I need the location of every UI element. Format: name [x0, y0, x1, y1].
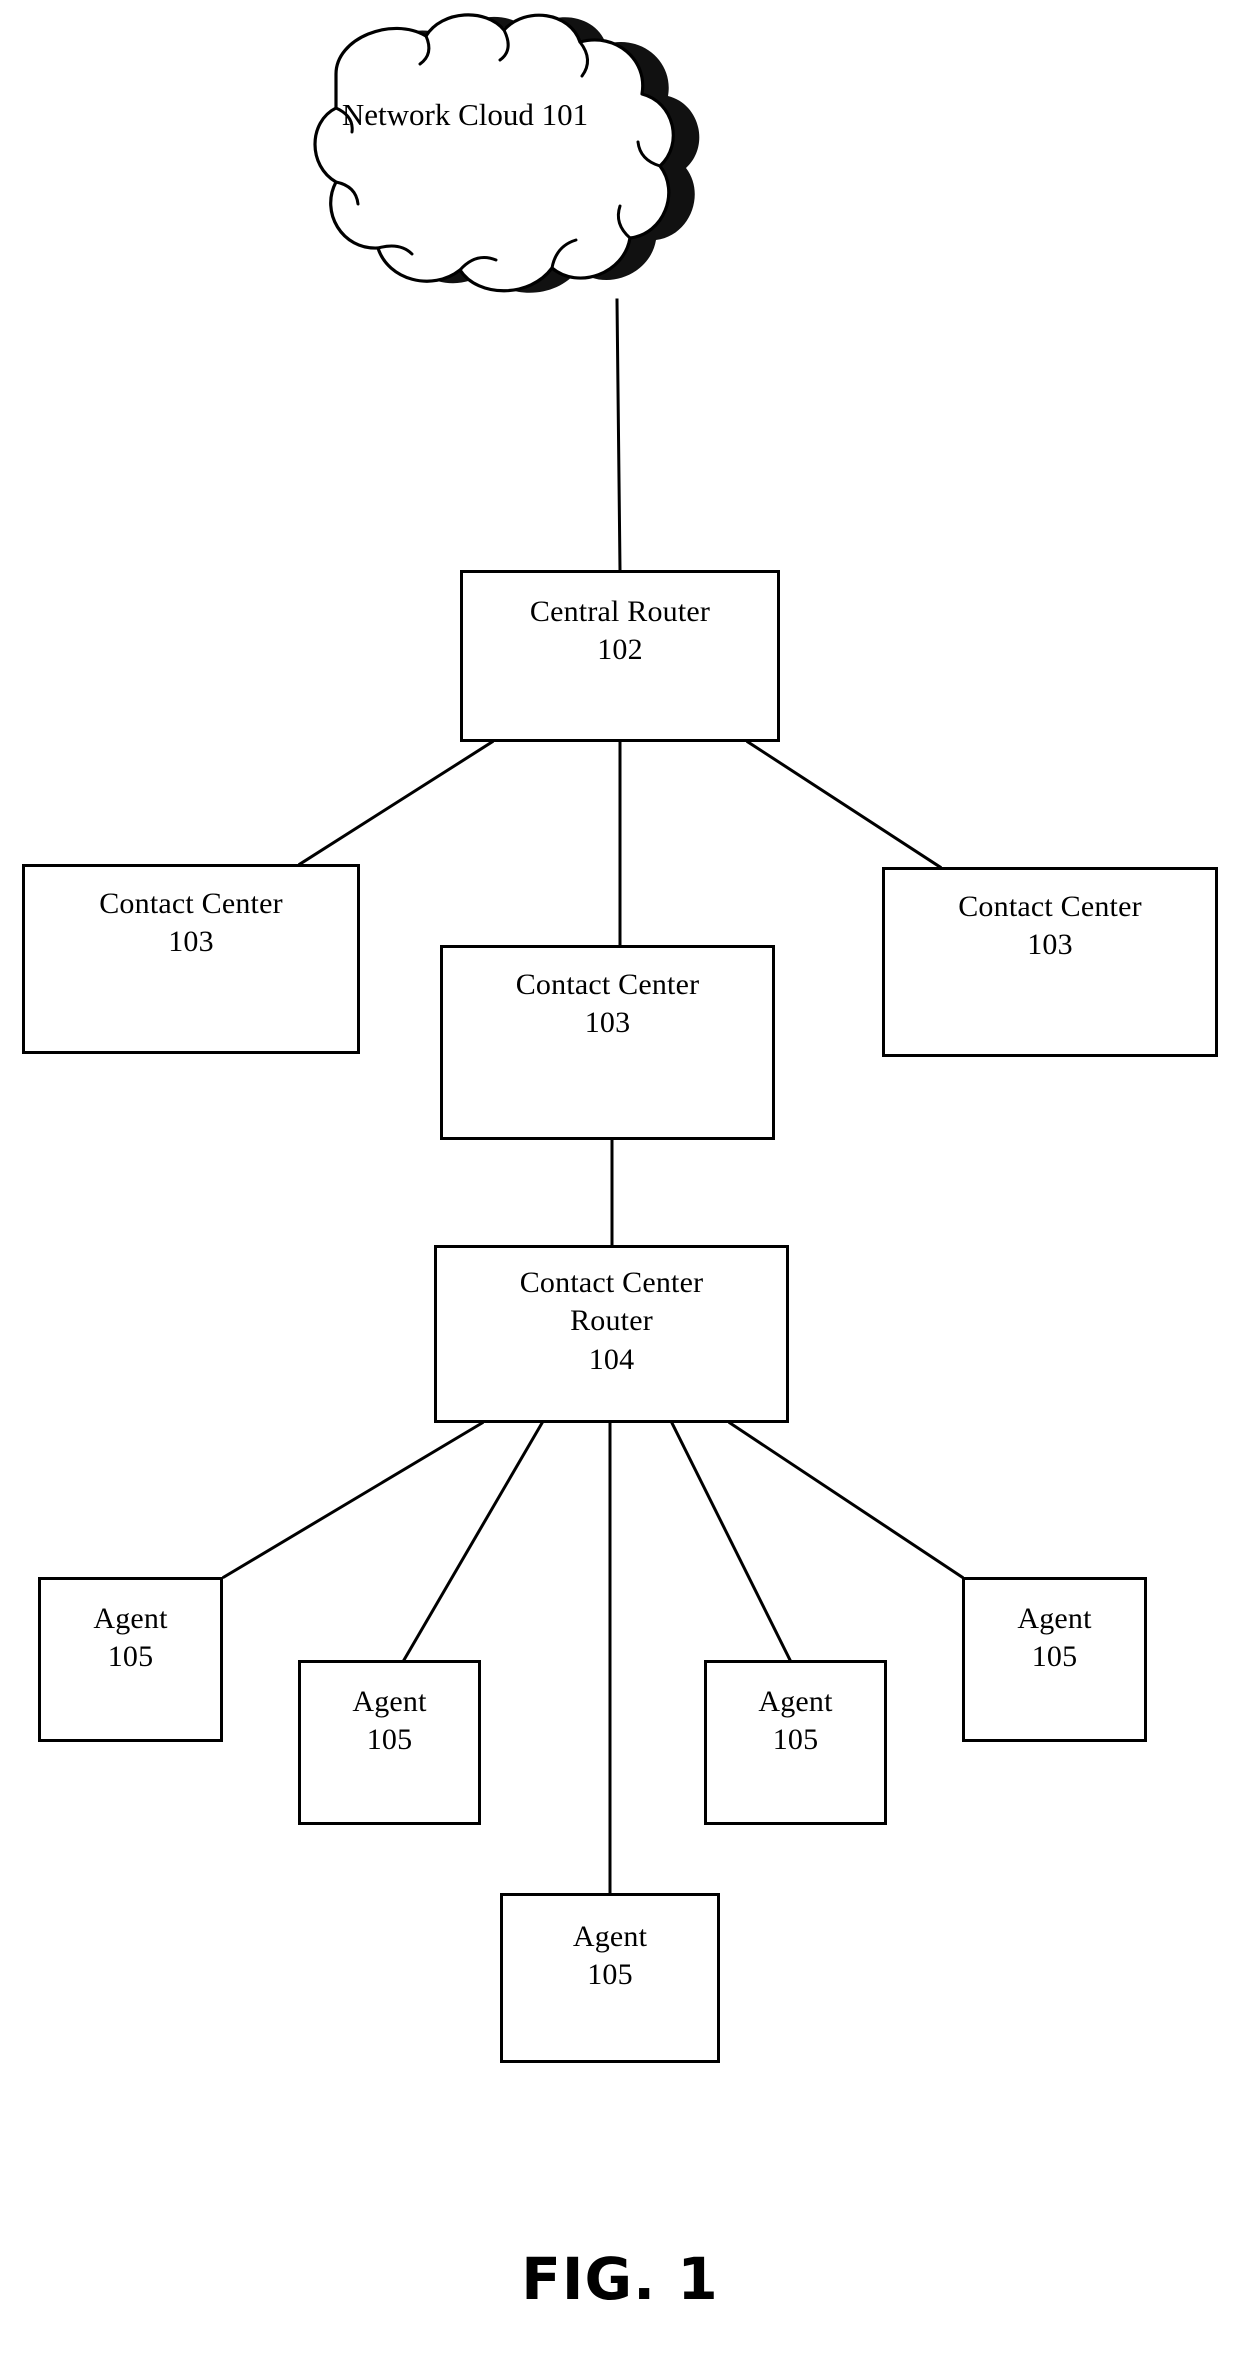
network-cloud-ref: 101 — [541, 97, 589, 132]
contact-center-mid-node: Contact Center 103 — [440, 945, 775, 1140]
contact-center-mid-label: Contact Center — [515, 968, 700, 1001]
agent-4-ref: 105 — [1031, 1640, 1078, 1674]
agent-5-label: Agent — [572, 1920, 648, 1953]
agent-2-node: Agent 105 — [298, 1660, 481, 1825]
contact-center-left-node: Contact Center 103 — [22, 864, 360, 1054]
agent-3-label: Agent — [758, 1685, 833, 1718]
agent-3-ref: 105 — [772, 1723, 819, 1757]
central-router-node: Central Router 102 — [460, 570, 780, 742]
link-central-router-to-contact-center-right — [745, 739, 943, 870]
link-router-to-agent-4 — [727, 1420, 965, 1580]
contact-center-right-ref: 103 — [1027, 928, 1073, 962]
agent-4-label: Agent — [1017, 1602, 1092, 1635]
agent-1-node: Agent 105 — [38, 1577, 223, 1742]
cloud-body — [313, 13, 675, 293]
link-cloud-to-central-router — [615, 298, 622, 572]
central-router-ref: 102 — [597, 633, 643, 667]
figure-page: Network Cloud 101 Central Router 102 Con… — [0, 0, 1240, 2353]
agent-3-node: Agent 105 — [704, 1660, 887, 1825]
network-cloud-shape — [313, 13, 700, 293]
contact-center-left-ref: 103 — [168, 925, 214, 959]
agent-2-ref: 105 — [366, 1723, 413, 1757]
agent-2-label: Agent — [352, 1685, 427, 1718]
contact-center-left-label: Contact Center — [99, 887, 283, 920]
link-router-to-agent-3 — [669, 1420, 793, 1663]
contact-center-right-label: Contact Center — [958, 890, 1142, 923]
contact-center-router-ref: 104 — [588, 1342, 635, 1376]
agent-4-node: Agent 105 — [962, 1577, 1147, 1742]
central-router-label: Central Router — [529, 595, 711, 628]
network-cloud-label: Network Cloud — [341, 97, 534, 132]
contact-center-right-node: Contact Center 103 — [882, 867, 1218, 1057]
agent-5-node: Agent 105 — [500, 1893, 720, 2063]
link-router-to-agent-1 — [221, 1420, 485, 1580]
figure-caption: FIG. 1 — [521, 2245, 719, 2313]
agent-1-label: Agent — [93, 1602, 168, 1635]
contact-center-router-label-line2: Router — [570, 1304, 653, 1338]
link-central-router-to-contact-center-left — [297, 739, 495, 867]
agent-5-ref: 105 — [587, 1958, 633, 1992]
agent-1-ref: 105 — [107, 1640, 154, 1674]
contact-center-mid-ref: 103 — [584, 1006, 631, 1040]
contact-center-router-node: Contact Center Router 104 — [434, 1245, 789, 1423]
network-cloud-node: Network Cloud 101 — [300, 95, 630, 135]
contact-center-router-label-line1: Contact Center — [519, 1266, 704, 1299]
